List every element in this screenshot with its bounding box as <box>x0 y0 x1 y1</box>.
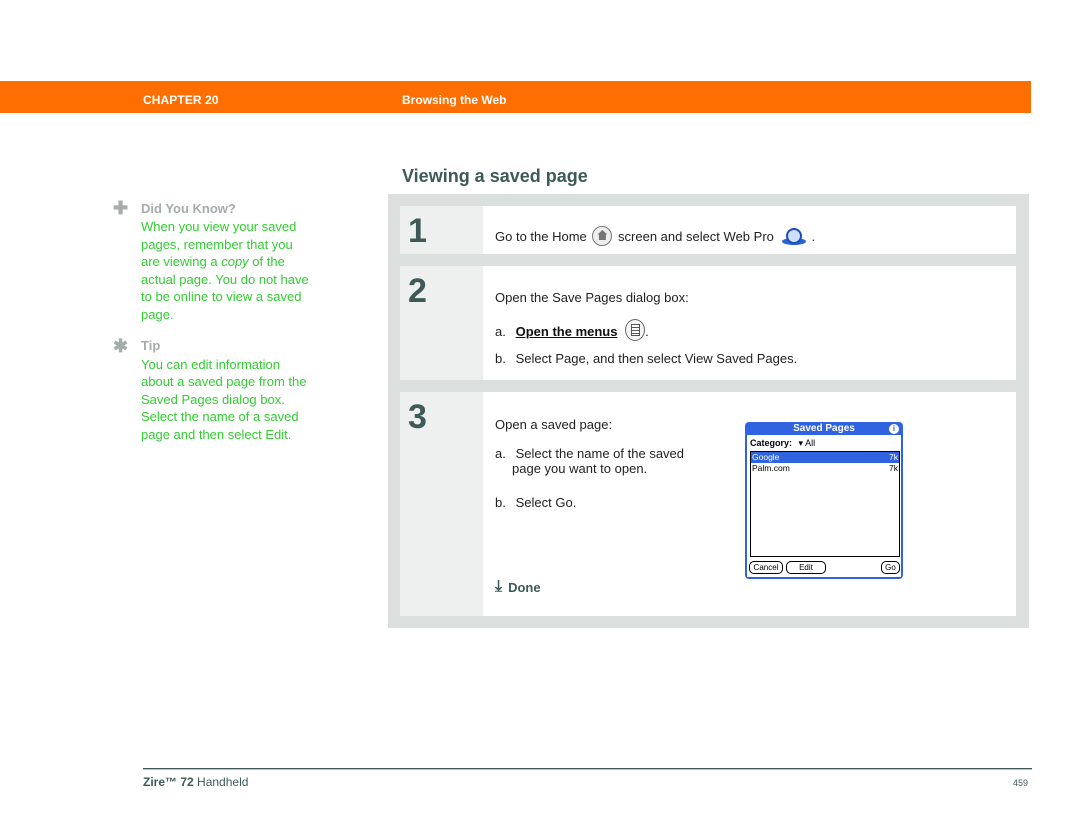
dialog-title: Saved Pages <box>793 423 855 434</box>
step-2: 2 Open the Save Pages dialog box: a. Ope… <box>400 266 1016 380</box>
saved-pages-list: Google 7k Palm.com 7k <box>750 451 900 557</box>
menu-icon <box>625 319 646 341</box>
footer-product: Zire™ 72 Handheld <box>143 775 248 789</box>
did-you-know-note: ✚ Did You Know? When you view your saved… <box>113 198 313 324</box>
step-text: screen and select Web Pro <box>618 229 774 244</box>
down-arrow-icon: ⤓ <box>495 578 503 595</box>
sidebar: ✚ Did You Know? When you view your saved… <box>113 198 313 444</box>
home-icon <box>592 226 613 246</box>
item-name: Palm.com <box>752 463 790 473</box>
did-you-know-text: When you view your saved pages, remember… <box>141 218 313 324</box>
category-label: Category: <box>750 438 793 448</box>
product-name: Zire™ 72 <box>143 775 194 789</box>
step-2-intro: Open the Save Pages dialog box: <box>495 290 689 305</box>
step-2-substep-a: a. Open the menus . <box>495 319 649 341</box>
step-text: Select Go. <box>515 495 577 510</box>
item-name: Google <box>752 452 780 462</box>
step-3-substep-a: a. Select the name of the saved page you… <box>495 446 684 476</box>
asterisk-icon: ✱ <box>113 335 129 356</box>
list-item[interactable]: Palm.com 7k <box>751 463 899 474</box>
step-number: 3 <box>408 398 427 436</box>
did-you-know-emphasis: copy <box>221 254 249 270</box>
chapter-title: Browsing the Web <box>402 93 507 107</box>
list-item[interactable]: Google 7k <box>751 452 899 463</box>
info-icon[interactable]: i <box>889 424 899 434</box>
step-3-substep-b: b. Select Go. <box>495 495 576 510</box>
category-selector[interactable]: Category: ▾ All <box>750 438 815 449</box>
step-text: . <box>811 229 816 244</box>
cancel-button[interactable]: Cancel <box>749 561 783 574</box>
step-2-substep-b: b. Select Page, and then select View Sav… <box>495 351 797 366</box>
done-marker: ⤓ Done <box>495 578 541 596</box>
done-label: Done <box>508 579 541 595</box>
chapter-label: CHAPTER 20 <box>143 93 219 107</box>
substep-label: b. <box>495 495 506 510</box>
step-text: . <box>645 324 649 339</box>
dropdown-arrow-icon: ▾ <box>798 438 804 448</box>
substep-label: b. <box>495 351 506 366</box>
step-1: 1 Go to the Home screen and select Web P… <box>400 206 1016 254</box>
open-menus-link[interactable]: Open the menus <box>516 324 618 339</box>
step-text: Select Page, and then select View Saved … <box>515 351 798 366</box>
step-number: 1 <box>408 212 427 250</box>
step-text: page you want to open. <box>512 461 648 476</box>
step-number: 2 <box>408 272 427 310</box>
product-suffix: Handheld <box>193 775 249 789</box>
footer-divider <box>143 769 1032 770</box>
step-text: Go to the Home <box>495 229 587 244</box>
item-size: 7k <box>889 452 898 462</box>
web-pro-icon <box>781 227 808 245</box>
substep-label: a. <box>495 446 506 461</box>
plus-icon: ✚ <box>113 198 129 218</box>
chapter-header-bar: CHAPTER 20 Browsing the Web <box>0 81 1031 113</box>
page-number: 459 <box>1013 778 1029 788</box>
saved-pages-dialog: Saved Pages i Category: ▾ All Google 7k … <box>745 422 903 579</box>
edit-button[interactable]: Edit <box>786 561 826 574</box>
step-text: Select the name of the saved <box>515 446 685 461</box>
item-size: 7k <box>889 463 898 473</box>
category-value: All <box>805 438 816 448</box>
did-you-know-heading: Did You Know? <box>141 200 236 216</box>
tip-heading: Tip <box>141 338 161 354</box>
substep-label: a. <box>495 324 506 339</box>
step-3-intro: Open a saved page: <box>495 417 613 432</box>
step-1-text: Go to the Home screen and select Web Pro… <box>495 226 815 246</box>
steps-panel: 1 Go to the Home screen and select Web P… <box>388 194 1029 628</box>
tip-text: You can edit information about a saved p… <box>141 356 307 442</box>
section-title: Viewing a saved page <box>402 166 588 186</box>
go-button[interactable]: Go <box>881 561 900 574</box>
step-3: 3 Open a saved page: a. Select the name … <box>400 392 1016 616</box>
tip-note: ✱ Tip You can edit information about a s… <box>113 335 313 444</box>
